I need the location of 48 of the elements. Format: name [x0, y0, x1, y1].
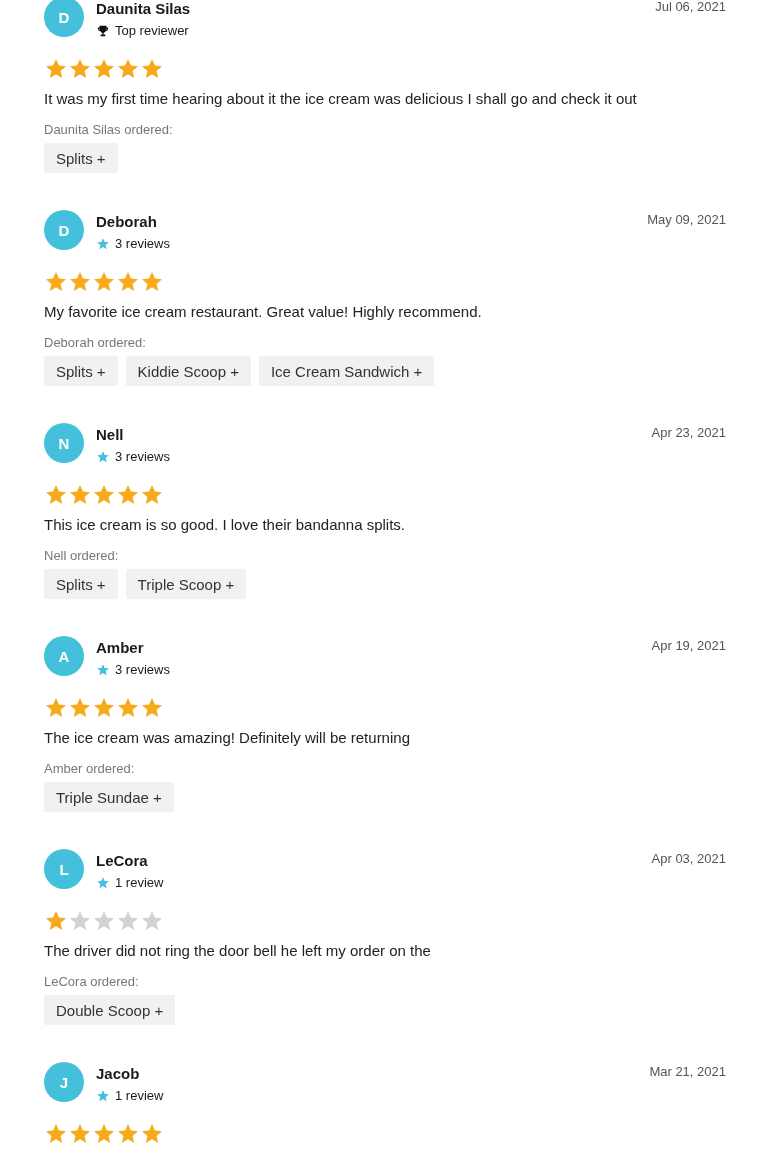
reviewer-name: Jacob: [96, 1065, 140, 1083]
ordered-item-button[interactable]: Double Scoop +: [44, 995, 176, 1025]
ordered-label: Deborah ordered:: [44, 335, 146, 351]
star-icon: [96, 450, 110, 464]
review-count: Top reviewer: [115, 23, 189, 39]
star-icon: [96, 663, 110, 677]
review-count: 1 review: [115, 1088, 164, 1104]
ordered-label: Amber ordered:: [44, 761, 135, 777]
reviewer-name: Amber: [96, 639, 144, 657]
reviewer-name: Daunita Silas: [96, 0, 191, 18]
ordered-label: LeCora ordered:: [44, 974, 139, 990]
review-count: 3 reviews: [115, 449, 170, 465]
reviewer-name: LeCora: [96, 852, 148, 870]
review-date: Apr 23, 2021: [651, 424, 726, 440]
review-count: 1 review: [115, 875, 164, 891]
avatar: A: [44, 636, 84, 676]
ordered-item-button[interactable]: Splits +: [44, 143, 118, 173]
reviewer-name: Deborah: [96, 213, 157, 231]
avatar: L: [44, 849, 84, 889]
review-date: Mar 21, 2021: [649, 1063, 726, 1079]
reviewer-name: Nell: [96, 426, 124, 444]
review-date: Apr 03, 2021: [651, 850, 726, 866]
avatar: N: [44, 423, 84, 463]
trophy-icon: [96, 24, 110, 38]
ordered-item-button[interactable]: Ice Cream Sandwich +: [258, 356, 435, 386]
avatar: J: [44, 1062, 84, 1102]
ordered-item-button[interactable]: Splits +: [44, 356, 118, 386]
review-text: The ice cream was amazing! Definitely will be returning: [44, 728, 410, 748]
ordered-item-button[interactable]: Triple Scoop +: [125, 569, 247, 599]
review-date: May 09, 2021: [647, 211, 726, 227]
review-text: The driver did not ring the door bell he left my order on the: [44, 941, 431, 961]
ordered-item-button[interactable]: Kiddie Scoop +: [125, 356, 251, 386]
ordered-item-button[interactable]: Splits +: [44, 569, 118, 599]
review-count: 3 reviews: [115, 236, 170, 252]
review-date: Apr 19, 2021: [651, 637, 726, 653]
star-icon: [96, 237, 110, 251]
review-date: Jul 06, 2021: [655, 0, 726, 14]
star-icon: [96, 1089, 110, 1103]
ordered-item-button[interactable]: Triple Sundae +: [44, 782, 174, 812]
ordered-label: Nell ordered:: [44, 548, 119, 564]
avatar: D: [44, 0, 84, 37]
star-icon: [96, 876, 110, 890]
review-text: My favorite ice cream restaurant. Great value! Highly recommend.: [44, 302, 482, 322]
ordered-label: Daunita Silas ordered:: [44, 122, 173, 138]
review-count: 3 reviews: [115, 662, 170, 678]
avatar: D: [44, 210, 84, 250]
review-text: This ice cream is so good. I love their bandanna splits.: [44, 515, 406, 535]
review-text: It was my first time hearing about it the ice cream was delicious I shall go and check it out: [44, 89, 637, 109]
